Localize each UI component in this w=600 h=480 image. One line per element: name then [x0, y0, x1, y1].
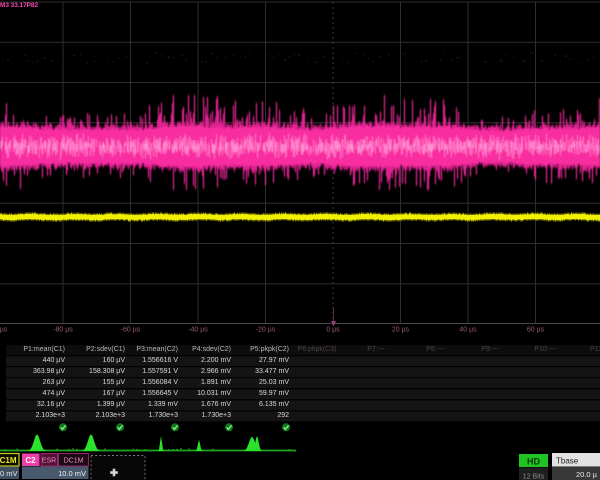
svg-text:1.556616 V: 1.556616 V: [142, 357, 178, 364]
svg-text:1.399 µV: 1.399 µV: [97, 401, 125, 408]
svg-text:59.97 mV: 59.97 mV: [259, 390, 289, 397]
svg-text:440 µV: 440 µV: [43, 357, 66, 364]
svg-text:40 µs: 40 µs: [459, 327, 477, 334]
svg-text:P7:---: P7:---: [367, 346, 385, 353]
svg-text:HD: HD: [527, 457, 540, 467]
svg-text:P3:mean(C2): P3:mean(C2): [136, 346, 178, 353]
svg-text:2.103e+3: 2.103e+3: [96, 412, 125, 419]
svg-text:P11:: P11:: [590, 346, 600, 353]
svg-text:P2:sdev(C1): P2:sdev(C1): [86, 346, 125, 353]
svg-text:-100 µs: -100 µs: [0, 327, 8, 334]
svg-text:25.03 mV: 25.03 mV: [259, 379, 289, 386]
svg-text:-80 µs: -80 µs: [53, 327, 73, 334]
svg-text:1.676 mV: 1.676 mV: [201, 401, 231, 408]
svg-text:C2: C2: [25, 456, 36, 465]
svg-text:Tbase: Tbase: [556, 457, 579, 466]
svg-text:263 µV: 263 µV: [43, 379, 66, 386]
svg-text:2.200 mV: 2.200 mV: [201, 357, 231, 364]
svg-text:P4:sdev(C2): P4:sdev(C2): [192, 346, 231, 353]
svg-text:27.97 mV: 27.97 mV: [259, 357, 289, 364]
svg-text:32.16 µV: 32.16 µV: [37, 401, 65, 408]
svg-text:P8:---: P8:---: [426, 346, 444, 353]
svg-text:1.730e+3: 1.730e+3: [202, 412, 231, 419]
svg-text:2.103e+3: 2.103e+3: [36, 412, 65, 419]
svg-text:0 mV: 0 mV: [0, 469, 18, 478]
svg-text:1.339 mV: 1.339 mV: [148, 401, 178, 408]
svg-text:1.556084 V: 1.556084 V: [142, 379, 178, 386]
svg-text:1.730e+3: 1.730e+3: [149, 412, 178, 419]
svg-text:-20 µs: -20 µs: [256, 327, 276, 334]
svg-text:DC1M: DC1M: [0, 456, 17, 465]
svg-text:1.891 mV: 1.891 mV: [201, 379, 231, 386]
svg-text:2.966 mV: 2.966 mV: [201, 368, 231, 375]
svg-text:474 µV: 474 µV: [43, 390, 66, 397]
svg-text:10.031 mV: 10.031 mV: [197, 390, 231, 397]
svg-text:P1:mean(C1): P1:mean(C1): [23, 346, 65, 353]
svg-text:1.557591 V: 1.557591 V: [142, 368, 178, 375]
svg-text:20 µs: 20 µs: [392, 327, 410, 334]
svg-text:363.98 µV: 363.98 µV: [33, 368, 65, 375]
svg-text:12 Bits: 12 Bits: [523, 474, 545, 480]
svg-text:P10:---: P10:---: [534, 346, 556, 353]
svg-text:33.477 mV: 33.477 mV: [255, 368, 289, 375]
svg-text:ESR: ESR: [42, 458, 56, 465]
svg-text:6.135 mV: 6.135 mV: [259, 401, 289, 408]
svg-text:20.0 µ: 20.0 µ: [576, 470, 598, 479]
svg-text:10.0 mV: 10.0 mV: [58, 469, 86, 478]
svg-text:155 µV: 155 µV: [103, 379, 126, 386]
svg-text:1.556645 V: 1.556645 V: [142, 390, 178, 397]
svg-text:160 µV: 160 µV: [103, 357, 126, 364]
svg-text:-40 µs: -40 µs: [188, 327, 208, 334]
svg-text:167 µV: 167 µV: [103, 390, 126, 397]
svg-text:60 µs: 60 µs: [527, 327, 545, 334]
svg-text:-60 µs: -60 µs: [121, 327, 141, 334]
svg-text:158.308 µV: 158.308 µV: [89, 368, 125, 375]
svg-text:DC1M: DC1M: [64, 458, 84, 465]
svg-text:292: 292: [277, 412, 289, 419]
svg-text:M3 33.17P82: M3 33.17P82: [0, 2, 38, 9]
svg-text:P6:pkpk(C3): P6:pkpk(C3): [298, 346, 337, 353]
svg-text:P5:pkpk(C2): P5:pkpk(C2): [250, 346, 289, 353]
svg-text:P9:---: P9:---: [481, 346, 499, 353]
svg-text:0 µs: 0 µs: [326, 327, 340, 334]
